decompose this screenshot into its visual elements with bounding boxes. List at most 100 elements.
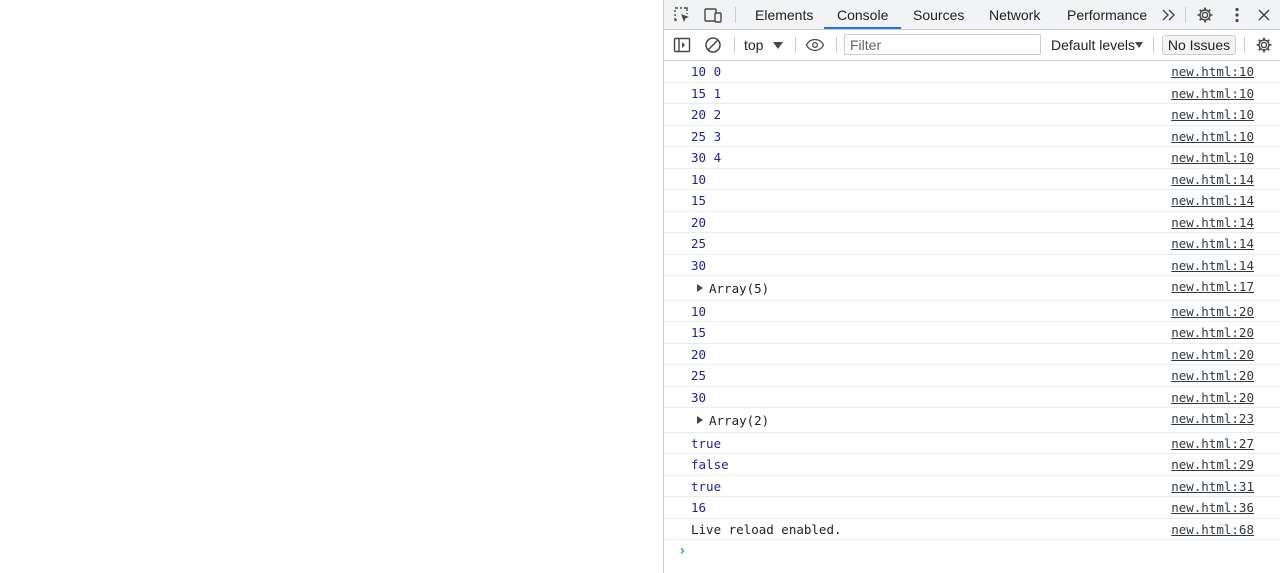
console-message-text: 25	[691, 368, 707, 383]
toolbar-separator	[1153, 37, 1154, 53]
console-source-link[interactable]: new.html:10	[1171, 64, 1254, 79]
inspected-page-viewport	[0, 0, 663, 573]
console-message-text: 25 3	[691, 128, 722, 144]
tab-sources[interactable]: Sources	[900, 0, 977, 29]
console-message-text: 30 4	[691, 150, 722, 165]
console-source-link[interactable]: new.html:20	[1171, 347, 1254, 362]
console-source-link[interactable]: new.html:20	[1171, 390, 1254, 405]
console-source-link[interactable]: new.html:14	[1171, 172, 1254, 187]
console-source-link[interactable]: new.html:68	[1171, 522, 1254, 537]
console-message: 15 new.html:14	[664, 190, 1280, 212]
live-expression-eye-icon[interactable]	[805, 35, 825, 55]
device-toolbar-icon[interactable]	[703, 5, 723, 25]
console-message: 16 new.html:36	[664, 497, 1280, 519]
console-source-link[interactable]: new.html:10	[1171, 86, 1254, 101]
console-message-text: 15 1	[691, 85, 722, 101]
console-message-text: 30	[691, 389, 707, 405]
toolbar-separator	[836, 37, 837, 53]
tab-elements[interactable]: Elements	[742, 0, 826, 29]
console-source-link[interactable]: new.html:17	[1171, 279, 1254, 294]
console-message: true new.html:27	[664, 433, 1280, 454]
console-message: 15 1 new.html:10	[664, 83, 1280, 104]
console-messages: 10 0 new.html:10 15 1 new.html:10 20 2 new.ht…	[664, 61, 1280, 573]
console-message-text: 25	[691, 236, 707, 251]
console-object-preview[interactable]: Array(2)	[709, 413, 769, 428]
kebab-menu-icon[interactable]	[1227, 5, 1247, 25]
tab-network[interactable]: Network	[976, 0, 1053, 29]
chevron-down-icon[interactable]	[1135, 42, 1143, 48]
console-source-link[interactable]: new.html:14	[1171, 236, 1254, 251]
console-message-text: 30	[691, 257, 707, 273]
log-levels-dropdown[interactable]: Default levels	[1051, 30, 1135, 60]
console-message-text: true	[691, 435, 722, 451]
console-message: Live reload enabled. new.html:68	[664, 519, 1280, 540]
console-message-text: 10	[691, 303, 707, 319]
chevron-down-icon[interactable]	[773, 42, 783, 49]
console-source-link[interactable]: new.html:10	[1171, 129, 1254, 144]
console-source-link[interactable]: new.html:14	[1171, 215, 1254, 230]
inspect-element-icon[interactable]	[672, 5, 692, 25]
console-message-text: 16	[691, 500, 707, 515]
filter-input[interactable]	[844, 34, 1041, 55]
issues-button[interactable]: No Issues	[1162, 35, 1236, 55]
context-selector[interactable]: top	[744, 30, 763, 60]
console-source-link[interactable]: new.html:10	[1171, 150, 1254, 165]
devtools-panel: Elements Console Sources Network Perform…	[663, 0, 1280, 573]
console-message-text: 15	[691, 193, 707, 208]
console-message-text: 10 0	[691, 64, 722, 79]
expand-triangle-icon[interactable]	[697, 284, 703, 292]
console-message: 30 new.html:14	[664, 255, 1280, 276]
close-icon[interactable]	[1254, 5, 1274, 25]
console-message: Array(2) new.html:23	[664, 408, 1280, 433]
console-message-text: Live reload enabled.	[691, 521, 842, 537]
console-message: 20 2 new.html:10	[664, 104, 1280, 126]
console-object-preview[interactable]: Array(5)	[709, 281, 769, 296]
console-source-link[interactable]: new.html:20	[1171, 304, 1254, 319]
console-message: 15 new.html:20	[664, 322, 1280, 344]
console-message: 30 4 new.html:10	[664, 147, 1280, 169]
console-source-link[interactable]: new.html:10	[1171, 107, 1254, 122]
console-message: false new.html:29	[664, 454, 1280, 476]
console-source-link[interactable]: new.html:14	[1171, 258, 1254, 273]
devtools-tab-bar: Elements Console Sources Network Perform…	[664, 0, 1280, 30]
clear-console-icon[interactable]	[703, 35, 723, 55]
console-source-link[interactable]: new.html:29	[1171, 457, 1254, 472]
console-message-text: true	[691, 478, 722, 494]
toolbar-separator	[734, 37, 735, 53]
console-message-text: false	[691, 457, 729, 472]
gear-icon[interactable]	[1254, 35, 1274, 55]
console-prompt-chevron-icon: ›	[678, 543, 687, 559]
tab-separator	[1185, 7, 1186, 23]
double-chevron-right-icon[interactable]	[1159, 5, 1179, 25]
console-source-link[interactable]: new.html:20	[1171, 325, 1254, 340]
console-message: 10 new.html:14	[664, 169, 1280, 190]
tab-separator	[735, 7, 736, 23]
console-source-link[interactable]: new.html:20	[1171, 368, 1254, 383]
console-message: true new.html:31	[664, 476, 1280, 497]
console-source-link[interactable]: new.html:36	[1171, 500, 1254, 515]
console-message: 20 new.html:14	[664, 212, 1280, 233]
console-source-link[interactable]: new.html:23	[1171, 411, 1254, 426]
console-prompt[interactable]: ›	[664, 540, 1280, 564]
console-message-text: 20	[691, 214, 707, 230]
console-message: 25 3 new.html:10	[664, 126, 1280, 147]
console-source-link[interactable]: new.html:14	[1171, 193, 1254, 208]
console-source-link[interactable]: new.html:31	[1171, 479, 1254, 494]
console-message-text: 10	[691, 171, 707, 187]
gear-icon[interactable]	[1195, 5, 1215, 25]
console-message: 20 new.html:20	[664, 344, 1280, 365]
console-message-text: 20 2	[691, 107, 722, 122]
toolbar-separator	[795, 37, 796, 53]
console-message: Array(5) new.html:17	[664, 276, 1280, 301]
expand-triangle-icon[interactable]	[697, 416, 703, 424]
console-source-link[interactable]: new.html:27	[1171, 436, 1254, 451]
tab-console[interactable]: Console	[824, 0, 902, 29]
console-message: 25 new.html:20	[664, 365, 1280, 387]
console-toolbar: top Default levels No Issues	[664, 30, 1280, 61]
sidebar-toggle-icon[interactable]	[672, 35, 692, 55]
console-message: 10 new.html:20	[664, 301, 1280, 322]
tab-performance[interactable]: Performance	[1054, 0, 1160, 29]
console-message: 30 new.html:20	[664, 387, 1280, 408]
console-message-text: 15	[691, 325, 707, 340]
toolbar-separator	[1244, 37, 1245, 53]
